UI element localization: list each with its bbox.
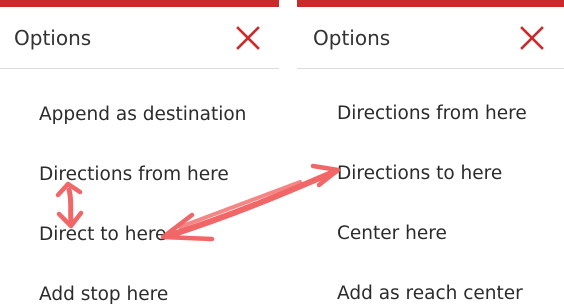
panel-header: Options xyxy=(0,7,279,69)
close-icon xyxy=(520,26,544,50)
menu-item-direct-to-here[interactable]: Direct to here xyxy=(39,223,166,247)
panel-title: Options xyxy=(14,26,92,50)
options-panel-left: Options Append as destination Directions… xyxy=(0,0,279,307)
panel-header: Options xyxy=(297,7,564,69)
close-button[interactable] xyxy=(235,25,261,51)
menu-item-directions-from-here[interactable]: Directions from here xyxy=(39,163,229,187)
menu-item-add-as-reach-center[interactable]: Add as reach center xyxy=(337,282,523,306)
close-button[interactable] xyxy=(519,25,545,51)
menu-item-directions-from-here[interactable]: Directions from here xyxy=(337,102,527,126)
accent-bar xyxy=(0,0,279,7)
panel-title: Options xyxy=(313,26,391,50)
menu-item-add-stop-here[interactable]: Add stop here xyxy=(39,283,168,307)
close-icon xyxy=(236,26,260,50)
accent-bar xyxy=(297,0,564,7)
menu-item-center-here[interactable]: Center here xyxy=(337,222,447,246)
options-panel-right: Options Directions from here Directions … xyxy=(297,0,564,307)
screenshot-stage: Options Append as destination Directions… xyxy=(0,0,564,307)
menu-item-directions-to-here[interactable]: Directions to here xyxy=(337,162,502,186)
menu-item-append-destination[interactable]: Append as destination xyxy=(39,103,246,127)
